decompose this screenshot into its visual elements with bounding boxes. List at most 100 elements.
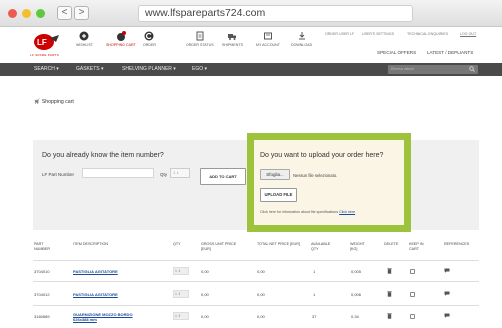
breadcrumb-label: Shopping cart	[41, 99, 74, 105]
col-delete: DELETE	[384, 242, 399, 246]
col-part-number: PART NUMBER	[34, 242, 50, 251]
upload-order-question: Do you want to upload your order here?	[260, 152, 384, 159]
logo-text: LF SPARE PARTS	[30, 53, 60, 57]
upload-file-button[interactable]: UPLOAD FILE	[260, 188, 297, 202]
back-button[interactable]: <	[57, 6, 72, 20]
col-weight: WEIGHT [KG]	[350, 242, 365, 251]
minimize-window-button[interactable]	[22, 9, 31, 18]
row2-weight: 0,006	[351, 292, 362, 297]
user-settings-link[interactable]: USER'S SETTINGS	[362, 32, 394, 36]
upload-order-panel	[247, 133, 411, 232]
shipments-link[interactable]: SHIPMENTS	[222, 31, 243, 47]
col-qty: QTY	[173, 242, 181, 246]
order-label: ORDER	[143, 43, 156, 47]
quick-search-input[interactable]: Ricerca veloce	[388, 65, 478, 74]
lf-part-number-input[interactable]	[82, 168, 154, 178]
svg-text:LF: LF	[37, 38, 47, 47]
row2-keep-checkbox[interactable]	[410, 292, 415, 297]
col-references: REFERENCES	[444, 242, 470, 246]
row1-keep-checkbox[interactable]	[410, 269, 415, 274]
truck-icon	[228, 34, 237, 40]
latest-depliants-link[interactable]: LATEST / DEPLIANTS	[427, 50, 473, 55]
row1-available-qty: 1	[313, 269, 316, 274]
forward-button[interactable]: >	[74, 6, 89, 20]
row2-qty-input[interactable]: 1 ⇕	[173, 290, 189, 298]
row3-comment-icon[interactable]	[444, 313, 450, 318]
order-status-label: ORDER STATUS	[186, 43, 214, 47]
wishlist-link[interactable]: WISHLIST	[76, 31, 93, 47]
row1-part-number: 3704010	[34, 269, 50, 274]
row-divider	[33, 281, 479, 282]
row1-trash-icon[interactable]	[387, 268, 392, 274]
row3-trash-icon[interactable]	[387, 313, 392, 319]
row2-comment-icon[interactable]	[444, 291, 450, 296]
col-total-net-price: TOTAL NET PRICE [EUR]	[257, 242, 300, 246]
download-icon	[298, 32, 305, 40]
order-status-link[interactable]: ORDER STATUS	[186, 31, 214, 47]
header-divider	[33, 260, 479, 261]
address-bar[interactable]: www.lfspareparts724.com	[138, 5, 413, 22]
file-spec-help: Click here for information about file sp…	[260, 210, 356, 214]
menu-search[interactable]: SEARCH ▾	[34, 66, 59, 72]
shopping-cart-icon	[116, 31, 126, 41]
col-keep-in-cart: KEEP IN CART	[409, 242, 424, 251]
maximize-window-button[interactable]	[36, 9, 45, 18]
row2-trash-icon[interactable]	[387, 291, 392, 297]
file-spec-help-link[interactable]: Click here	[339, 210, 355, 214]
cart-icon: 🛒︎	[34, 99, 41, 105]
row2-part-number: 3704012	[34, 292, 50, 297]
row3-description-link[interactable]: GUARNIZIONE MOZZO BORDO 626x388 mm	[73, 312, 143, 322]
order-status-icon	[196, 31, 204, 41]
lf-part-number-label: LF Part Number	[42, 172, 75, 177]
row3-gross-price: 0,00	[201, 314, 209, 319]
row2-net-price: 0,00	[257, 292, 265, 297]
logout-link[interactable]: LOG OUT	[460, 32, 476, 36]
main-menu: SEARCH ▾ GASKETS ▾ SHELVING PLANNER ▾ EG…	[0, 63, 502, 76]
row3-available-qty: 37	[312, 314, 317, 319]
row3-keep-checkbox[interactable]	[410, 314, 415, 319]
row1-qty-input[interactable]: 1 ⇕	[173, 267, 189, 275]
qty-input[interactable]: 1 ⇕	[170, 168, 190, 178]
site-header: LF LF SPARE PARTS WISHLIST SHOPPING CART…	[0, 27, 502, 63]
menu-gaskets[interactable]: GASKETS ▾	[76, 66, 104, 72]
row3-part-number: 3160689	[34, 314, 50, 319]
technical-enquiries-link[interactable]: TECHNICAL ENQUIRIES	[407, 32, 448, 36]
order-link[interactable]: ORDER	[143, 31, 156, 47]
search-icon[interactable]	[469, 66, 475, 72]
row-divider	[33, 305, 479, 306]
qty-label: Qty	[160, 172, 168, 177]
file-status-text: Nessun file selezionato.	[293, 173, 338, 178]
row3-net-price: 0,00	[257, 314, 265, 319]
row2-available-qty: 1	[313, 292, 316, 297]
row1-gross-price: 0,00	[201, 269, 209, 274]
col-gross-unit-price: GROSS UNIT PRICE [EUR]	[201, 242, 237, 251]
menu-shelving-planner[interactable]: SHELVING PLANNER ▾	[122, 66, 176, 72]
wishlist-label: WISHLIST	[76, 43, 93, 47]
row2-description-link[interactable]: PASTIGLIA AGITATORE	[73, 292, 118, 297]
row3-qty-input[interactable]: 1 ⇕	[173, 312, 189, 320]
wishlist-icon	[79, 31, 89, 41]
download-label: DOWNLOAD	[291, 43, 313, 47]
lf-logo[interactable]: LF	[32, 33, 62, 51]
close-window-button[interactable]	[8, 9, 17, 18]
row3-weight: 0,34	[351, 314, 359, 319]
menu-ego[interactable]: EGO ▾	[192, 66, 207, 72]
account-icon	[263, 32, 272, 40]
col-item-description: ITEM DESCRIPTION	[73, 242, 109, 246]
order-icon	[144, 31, 154, 41]
browser-chrome: < > www.lfspareparts724.com	[0, 0, 502, 27]
row1-description-link[interactable]: PASTIGLIA AGITATORE	[73, 269, 118, 274]
browse-file-button[interactable]: Sfoglia...	[260, 169, 290, 180]
item-number-question: Do you already know the item number?	[42, 152, 164, 159]
shopping-cart-link[interactable]: SHOPPING CART	[106, 31, 136, 47]
breadcrumb: 🛒︎ Shopping cart	[34, 99, 74, 105]
shopping-cart-label: SHOPPING CART	[106, 43, 136, 47]
user-name-link[interactable]: ORDER USER LF	[325, 32, 354, 36]
special-offers-link[interactable]: SPECIAL OFFERS	[377, 50, 416, 55]
download-link[interactable]: DOWNLOAD	[291, 31, 312, 47]
row1-comment-icon[interactable]	[444, 268, 450, 273]
my-account-link[interactable]: MY ACCOUNT	[256, 31, 280, 47]
col-available-qty: AVAILABLE QTY	[311, 242, 331, 251]
add-to-cart-button[interactable]: ADD TO CART	[200, 168, 246, 185]
shipments-label: SHIPMENTS	[222, 43, 243, 47]
